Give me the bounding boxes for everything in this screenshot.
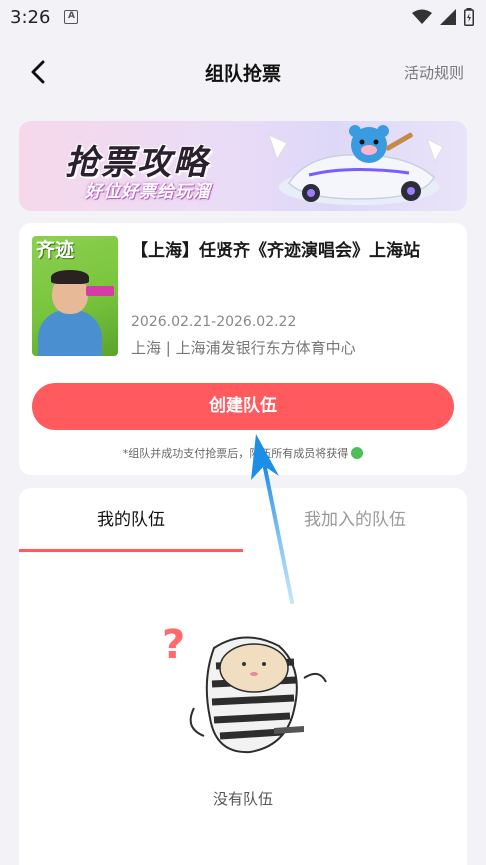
- banner-subtitle: 好位好票给玩溜: [85, 182, 211, 202]
- signal-icon: [440, 9, 456, 25]
- team-tabs: 我的队伍 我加入的队伍: [19, 488, 467, 552]
- active-tab-indicator: [19, 549, 243, 552]
- poster-title: 齐迹: [36, 239, 75, 261]
- battery-icon: [464, 8, 474, 26]
- empty-state-illustration: ?: [162, 622, 327, 754]
- nav-bar: 组队抢票 活动规则: [0, 46, 486, 96]
- status-icons: [412, 8, 474, 26]
- reward-hint: *组队并成功支付抢票后，队伍所有成员将获得: [19, 445, 467, 461]
- event-card: 齐迹 【上海】任贤齐《齐迹演唱会》上海站 2026.02.21-2026.02.…: [19, 223, 467, 475]
- tab-joined-teams[interactable]: 我加入的队伍: [243, 488, 467, 552]
- empty-state-text: 没有队伍: [212, 790, 273, 808]
- wifi-icon: [412, 9, 432, 24]
- status-time: 3:26: [10, 6, 51, 28]
- smile-icon: [351, 447, 364, 459]
- create-team-button[interactable]: 创建队伍: [32, 383, 454, 430]
- a-icon: A: [64, 10, 79, 24]
- event-date: 2026.02.21-2026.02.22: [131, 314, 297, 330]
- status-bar: 3:26 A: [0, 0, 486, 34]
- teams-card: 我的队伍 我加入的队伍 ? 没有队伍: [19, 488, 467, 865]
- event-poster[interactable]: 齐迹: [32, 236, 118, 356]
- svg-text:?: ?: [162, 622, 185, 668]
- reward-hint-text: *组队并成功支付抢票后，队伍所有成员将获得: [122, 447, 349, 460]
- strategy-banner[interactable]: 抢票攻略 好位好票给玩溜: [19, 121, 467, 211]
- rules-link[interactable]: 活动规则: [404, 62, 464, 83]
- event-venue: 上海 | 上海浦发银行东方体育中心: [131, 339, 356, 357]
- event-title: 【上海】任贤齐《齐迹演唱会》上海站: [131, 241, 420, 261]
- bear-car-illustration: [268, 125, 444, 205]
- tab-my-teams[interactable]: 我的队伍: [19, 488, 243, 552]
